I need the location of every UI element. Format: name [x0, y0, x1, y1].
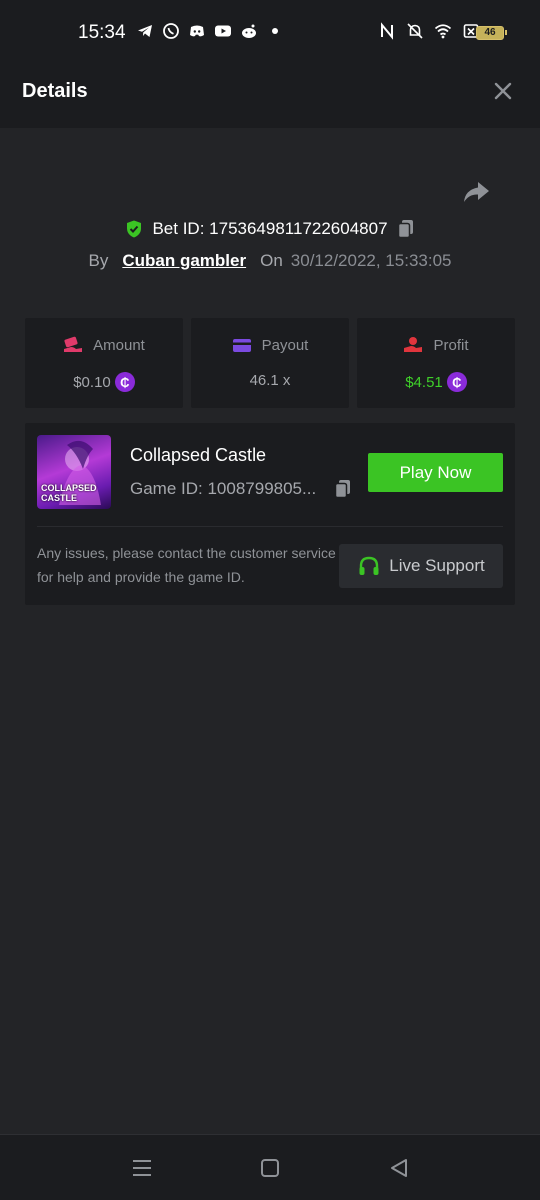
- money-hand-icon: [64, 336, 83, 352]
- details-header: Details: [0, 56, 540, 128]
- bet-author-row: By Cuban gambler On 30/12/2022, 15:33:05: [0, 249, 540, 273]
- profit-hand-icon: [404, 337, 423, 352]
- thumb-line-2: CASTLE: [41, 493, 77, 503]
- payout-value-row: 46.1 x: [191, 372, 349, 389]
- on-label: On: [260, 251, 283, 270]
- amount-card: Amount $0.10 ₵: [25, 318, 183, 408]
- close-icon[interactable]: [490, 78, 516, 104]
- system-icons: [378, 22, 480, 40]
- bet-date: 30/12/2022, 15:33:05: [290, 251, 452, 270]
- profit-value-row: $4.51 ₵: [357, 372, 515, 392]
- wifi-icon: [434, 24, 452, 39]
- payout-label: Payout: [261, 336, 309, 354]
- profit-label: Profit: [433, 336, 469, 354]
- thumb-title: COLLAPSED CASTLE: [41, 483, 97, 503]
- payout-card: Payout 46.1 x: [191, 318, 349, 408]
- telegram-icon: [138, 25, 152, 37]
- profit-header: Profit: [357, 336, 515, 354]
- youtube-icon: [215, 25, 231, 37]
- system-nav-bar: [0, 1134, 540, 1200]
- profit-value: $4.51: [405, 373, 443, 391]
- payout-value: 46.1 x: [249, 372, 291, 389]
- support-notice: Any issues, please contact the customer …: [37, 545, 336, 585]
- divider: [37, 526, 503, 527]
- game-thumbnail[interactable]: COLLAPSED CASTLE: [37, 435, 111, 509]
- status-time: 15:34: [78, 22, 126, 43]
- payout-header: Payout: [191, 336, 349, 354]
- nfc-icon: [381, 22, 393, 40]
- by-label: By: [88, 251, 109, 270]
- whatsapp-icon: [163, 23, 179, 39]
- amount-value: $0.10: [73, 373, 111, 391]
- game-card: COLLAPSED CASTLE Collapsed Castle Game I…: [25, 423, 515, 605]
- headset-icon: [359, 556, 379, 575]
- home-icon[interactable]: [258, 1157, 282, 1179]
- page-title: Details: [22, 80, 88, 102]
- play-now-button[interactable]: Play Now: [368, 453, 503, 492]
- bell-off-icon: [407, 23, 423, 39]
- discord-icon: [190, 25, 204, 37]
- game-id: Game ID: 1008799805...: [130, 479, 317, 498]
- user-link[interactable]: Cuban gambler: [122, 251, 246, 271]
- amount-value-row: $0.10 ₵: [25, 372, 183, 392]
- copy-bet-id-icon[interactable]: [396, 218, 416, 240]
- status-bar: 15:34 46: [0, 0, 540, 56]
- battery-icon: 46: [476, 26, 507, 40]
- profit-card: Profit $4.51 ₵: [357, 318, 515, 408]
- copy-game-id-icon[interactable]: [333, 478, 353, 500]
- dot-icon: [272, 28, 278, 34]
- live-support-label: Live Support: [389, 556, 485, 575]
- thumb-line-1: COLLAPSED: [41, 483, 97, 493]
- coin-icon: ₵: [446, 372, 467, 392]
- bet-id: Bet ID: 1753649811722604807: [152, 219, 388, 238]
- game-name: Collapsed Castle: [130, 445, 267, 465]
- amount-label: Amount: [93, 336, 145, 354]
- reddit-icon: [242, 24, 256, 38]
- menu-icon[interactable]: [130, 1157, 154, 1179]
- bet-id-row: Bet ID: 1753649811722604807: [0, 216, 540, 242]
- live-support-button[interactable]: Live Support: [339, 544, 503, 588]
- shield-check-icon: [127, 220, 142, 238]
- share-icon[interactable]: [460, 178, 492, 206]
- coin-icon: ₵: [114, 372, 135, 392]
- back-icon[interactable]: [387, 1157, 411, 1179]
- card-icon: [232, 339, 251, 352]
- notification-icons: [136, 22, 284, 40]
- amount-header: Amount: [25, 336, 183, 354]
